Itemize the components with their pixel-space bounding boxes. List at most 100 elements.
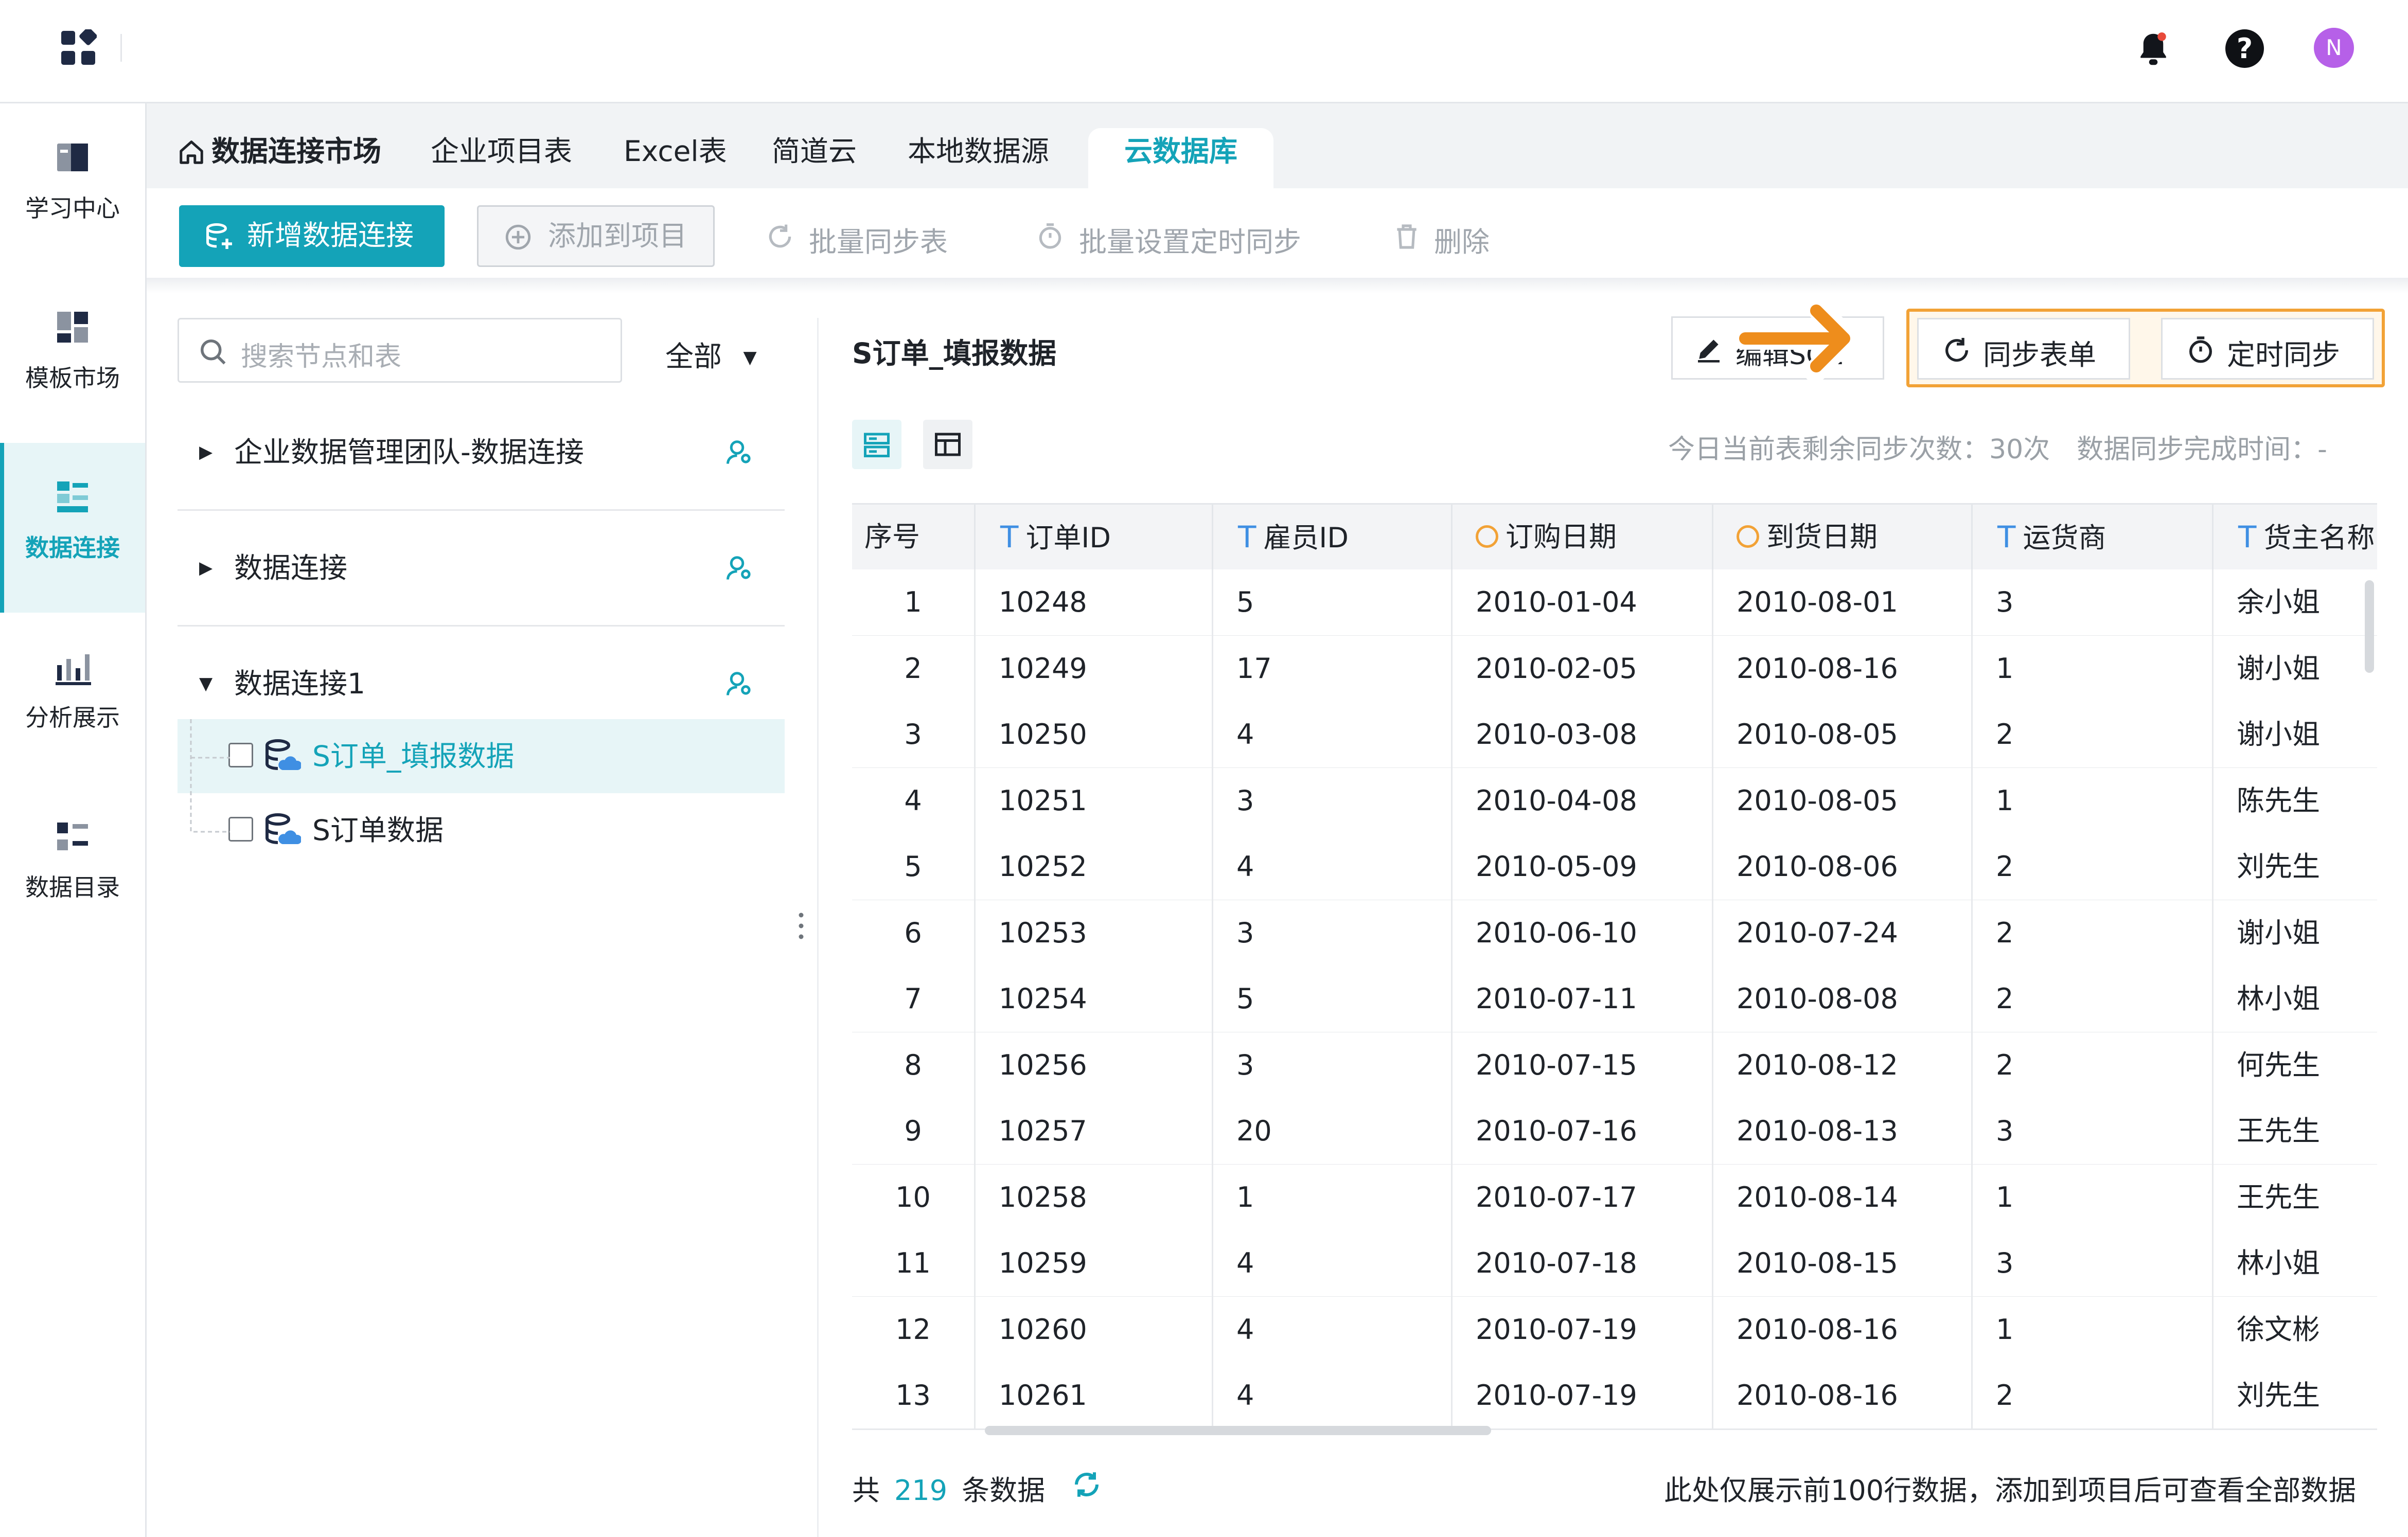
group-name: 企业数据管理团队-数据连接: [234, 436, 584, 469]
table-cell: 1: [1973, 635, 2214, 702]
table-cell: 1: [1973, 1296, 2214, 1363]
column-header[interactable]: 到货日期: [1713, 505, 1973, 569]
tree-group[interactable]: ▶ 数据连接: [178, 511, 785, 627]
table-row[interactable]: 4 10251 3 2010-04-08 2010-08-05 1 陈先生: [852, 767, 2377, 835]
table-cell: 7: [852, 966, 976, 1032]
table-cell: 10248: [976, 569, 1213, 635]
tree-group[interactable]: ▼ 数据连接1: [178, 627, 785, 719]
tab-enterprise-projects[interactable]: 企业项目表: [431, 128, 572, 188]
avatar[interactable]: N: [2314, 28, 2354, 68]
horizontal-scrollbar[interactable]: [985, 1426, 1491, 1435]
add-database-icon: [206, 223, 232, 249]
table-cell: 8: [852, 1032, 976, 1098]
column-label: 订购日期: [1506, 521, 1617, 553]
table-cell: 2: [852, 635, 976, 702]
table-cell: 2010-08-15: [1713, 1230, 1973, 1296]
text-type-icon: T: [1238, 520, 1256, 555]
help-icon[interactable]: ?: [2225, 29, 2264, 68]
batch-schedule-button[interactable]: 批量设置定时同步: [1079, 219, 1301, 260]
table-row[interactable]: 9 10257 20 2010-07-16 2010-08-13 3 王先生: [852, 1098, 2377, 1166]
user-settings-icon[interactable]: [725, 554, 753, 582]
table-cell: 2010-08-06: [1713, 834, 1973, 900]
refresh-count-icon[interactable]: [1071, 1469, 1102, 1500]
caret-right-icon[interactable]: ▶: [199, 511, 213, 625]
scheduled-sync-button[interactable]: 定时同步: [2161, 318, 2374, 380]
table-row[interactable]: 7 10254 5 2010-07-11 2010-08-08 2 林小姐: [852, 966, 2377, 1033]
nav-item-templates[interactable]: 模板市场: [0, 273, 145, 443]
table-cell: 3: [1973, 1230, 2214, 1296]
panel-divider: [817, 318, 819, 1537]
table-cell: 2: [1973, 702, 2214, 767]
bell-icon[interactable]: [2136, 31, 2170, 68]
user-settings-icon[interactable]: [725, 670, 753, 698]
table-cell: 3: [1213, 767, 1453, 834]
table-cell: 13: [852, 1363, 976, 1428]
table-row[interactable]: 1 10248 5 2010-01-04 2010-08-01 3 余小姐: [852, 569, 2377, 637]
trash-icon: [1397, 224, 1417, 249]
table-cell: 4: [1213, 1296, 1453, 1363]
column-header[interactable]: 序号: [852, 505, 976, 569]
delete-button[interactable]: 删除: [1434, 219, 1490, 260]
table-row[interactable]: 12 10260 4 2010-07-19 2010-08-16 1 徐文彬: [852, 1296, 2377, 1364]
nav-item-analysis[interactable]: 分析展示: [0, 613, 145, 782]
column-header[interactable]: T 运货商: [1973, 505, 2214, 569]
table-row[interactable]: 13 10261 4 2010-07-19 2010-08-16 2 刘先生: [852, 1363, 2377, 1430]
search-icon: [201, 339, 226, 365]
table-cell: 1: [1973, 1164, 2214, 1230]
table-view-toggle[interactable]: [923, 420, 972, 469]
cloud-database-icon: [265, 739, 301, 770]
column-header[interactable]: T 货主名称: [2214, 505, 2377, 569]
table-row[interactable]: 2 10249 17 2010-02-05 2010-08-16 1 谢小姐: [852, 635, 2377, 703]
table-cell: 林小姐: [2237, 982, 2320, 1015]
tab-cloud-database[interactable]: 云数据库: [1088, 128, 1273, 188]
column-header[interactable]: 订购日期: [1453, 505, 1713, 569]
table-row[interactable]: 11 10259 4 2010-07-18 2010-08-15 3 林小姐: [852, 1230, 2377, 1298]
vertical-scrollbar[interactable]: [2365, 580, 2374, 673]
table-cell: 10: [852, 1164, 976, 1230]
column-header[interactable]: T 雇员ID: [1213, 505, 1453, 569]
sync-form-button[interactable]: 同步表单: [1917, 318, 2130, 380]
tab-jiandaoyun[interactable]: 简道云: [772, 128, 857, 188]
caret-right-icon[interactable]: ▶: [199, 395, 213, 509]
table-row[interactable]: 3 10250 4 2010-03-08 2010-08-05 2 谢小姐: [852, 702, 2377, 769]
nav-label: 数据连接: [25, 534, 120, 562]
table-view-icon: [935, 433, 961, 456]
new-connection-button[interactable]: 新增数据连接: [179, 205, 445, 267]
text-type-icon: T: [1997, 520, 2016, 555]
app-grid-icon[interactable]: [60, 29, 97, 66]
table-cell: 3: [852, 702, 976, 767]
column-label: 雇员ID: [1263, 522, 1349, 554]
leaf-name: S订单数据: [312, 814, 444, 847]
timer-icon: [2189, 336, 2212, 363]
table-cell: 2: [1973, 900, 2214, 966]
batch-sync-button[interactable]: 批量同步表: [809, 219, 948, 260]
user-settings-icon[interactable]: [725, 438, 753, 466]
scope-filter-dropdown[interactable]: 全部 ▼: [665, 333, 757, 374]
search-input[interactable]: 搜索节点和表: [178, 318, 622, 383]
tree-leaf-table[interactable]: S订单数据: [178, 793, 785, 867]
table-cell: 2010-07-24: [1713, 900, 1973, 966]
nav-item-data-connection[interactable]: 数据连接: [0, 443, 145, 613]
nav-item-learning[interactable]: 学习中心: [0, 103, 145, 273]
tab-data-market[interactable]: 数据连接市场: [178, 128, 381, 188]
form-view-toggle[interactable]: [852, 420, 901, 469]
table-cell: 2010-03-08: [1453, 702, 1713, 767]
table-cell: 2010-08-01: [1713, 569, 1973, 635]
button-label: 添加到项目: [548, 220, 687, 252]
refresh-icon: [1945, 337, 1968, 362]
tree-leaf-table[interactable]: S订单_填报数据: [178, 719, 785, 793]
table-row[interactable]: 8 10256 3 2010-07-15 2010-08-12 2 何先生: [852, 1032, 2377, 1100]
panel-resize-handle[interactable]: [798, 910, 804, 941]
table-row[interactable]: 6 10253 3 2010-06-10 2010-07-24 2 谢小姐: [852, 900, 2377, 968]
table-cell: 刘先生: [2237, 850, 2320, 883]
tree-group[interactable]: ▶ 企业数据管理团队-数据连接: [178, 395, 785, 511]
table-row[interactable]: 5 10252 4 2010-05-09 2010-08-06 2 刘先生: [852, 834, 2377, 901]
add-to-project-button[interactable]: 添加到项目: [477, 205, 715, 267]
timer-icon: [1039, 223, 1061, 249]
column-header[interactable]: T 订单ID: [976, 505, 1213, 569]
tab-excel[interactable]: Excel表: [624, 128, 727, 188]
top-bar: [0, 0, 2408, 103]
tab-local-datasource[interactable]: 本地数据源: [908, 128, 1049, 188]
table-row[interactable]: 10 10258 1 2010-07-17 2010-08-14 1 王先生: [852, 1164, 2377, 1232]
nav-item-catalog[interactable]: 数据目录: [0, 782, 145, 952]
